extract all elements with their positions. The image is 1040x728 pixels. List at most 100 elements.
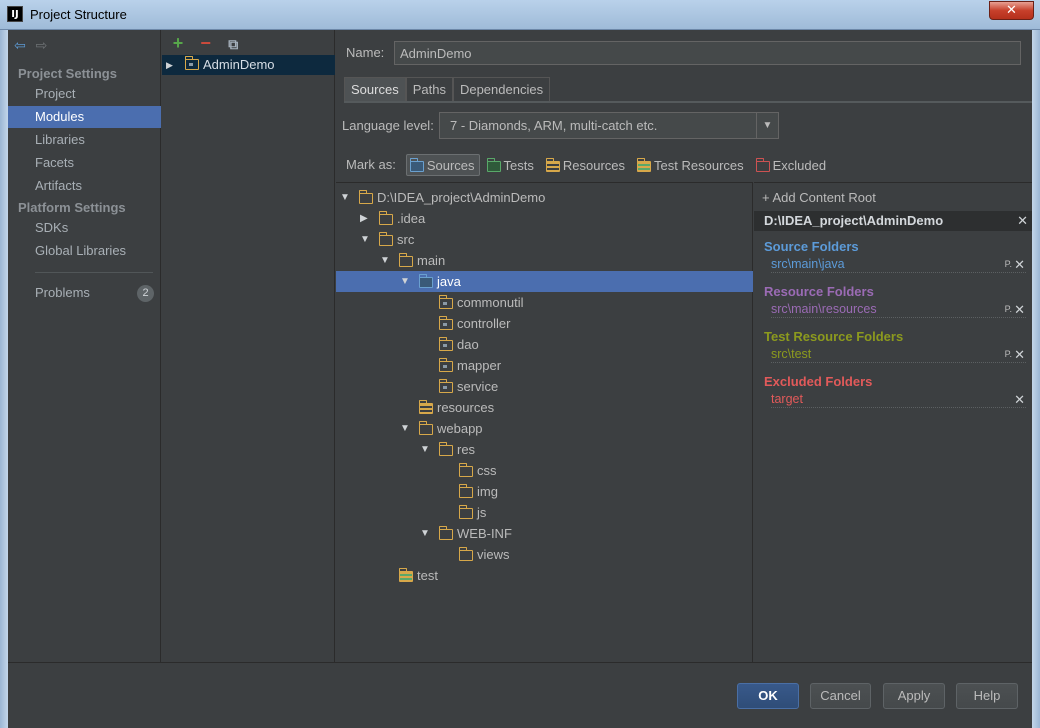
tree-row[interactable]: ▼ java [336,271,753,292]
collapse-triangle-icon[interactable]: ▼ [360,229,370,250]
forward-arrow-icon[interactable]: ⇨ [36,37,54,54]
tree-row[interactable]: test [336,565,753,586]
tree-row[interactable]: ▶ .idea [336,208,753,229]
remove-module-icon[interactable]: − [194,34,218,52]
remove-folder-icon[interactable]: ✕ [1014,391,1025,408]
apply-button[interactable]: Apply [883,683,945,709]
tree-row[interactable]: css [336,460,753,481]
tree-row[interactable]: img [336,481,753,502]
add-module-icon[interactable]: + [166,34,190,52]
help-button[interactable]: Help [956,683,1018,709]
tab-paths[interactable]: Paths [405,77,453,101]
tree-row[interactable]: ▼ main [336,250,753,271]
edit-properties-icon[interactable]: P. [1005,256,1012,273]
module-name-input[interactable] [394,41,1021,65]
add-content-root-link[interactable]: + Add Content Root [762,190,876,205]
test-resource-folders-title: Test Resource Folders [764,329,904,344]
remove-folder-icon[interactable]: ✕ [1014,256,1025,273]
module-folder-icon [185,56,199,70]
language-level-select[interactable]: 7 - Diamonds, ARM, multi-catch etc. ▼ [439,112,779,139]
remove-content-root-icon[interactable]: ✕ [1017,211,1028,231]
excluded-folders-title: Excluded Folders [764,374,873,389]
dropdown-arrow-icon[interactable]: ▼ [756,113,778,138]
tree-row[interactable]: resources [336,397,753,418]
folder-icon [419,400,433,414]
sidebar-item-global-libraries[interactable]: Global Libraries [8,240,161,262]
intellij-app-icon: IJ [7,6,23,22]
window-frame-right [1032,30,1040,728]
resource-folder-path: src\main\resources [771,302,877,316]
mark-tests-button[interactable]: Tests [483,154,539,176]
tree-row-label: dao [457,337,479,352]
problems-count-badge: 2 [137,285,154,302]
mark-sources-button[interactable]: Sources [405,154,480,176]
resources-folder-icon [545,158,560,172]
tab-dependencies[interactable]: Dependencies [452,77,551,101]
tree-row-label: java [437,274,461,289]
remove-folder-icon[interactable]: ✕ [1014,301,1025,318]
tab-sources[interactable]: Sources [344,77,406,101]
edit-properties-icon[interactable]: P. [1005,346,1012,363]
tree-row[interactable]: controller [336,313,753,334]
tree-row-label: test [417,568,438,583]
tree-row-label: mapper [457,358,502,373]
sidebar-item-sdks[interactable]: SDKs [8,217,161,239]
collapse-triangle-icon[interactable]: ▼ [400,271,410,292]
tree-row[interactable]: ▼ src [336,229,753,250]
tree-row[interactable]: js [336,502,753,523]
tree-row-label: css [477,463,497,478]
mark-test-resources-button[interactable]: Test Resources [633,154,749,176]
module-row-admindemo[interactable]: ▶ AdminDemo [162,55,335,75]
sidebar-item-project[interactable]: Project [8,83,161,105]
tree-row-label: views [477,547,510,562]
copy-module-icon[interactable]: ⧉ [221,35,245,53]
tree-row[interactable]: commonutil [336,292,753,313]
tabs-underline [344,101,1032,103]
folder-icon [379,232,393,246]
folder-icon [439,316,453,330]
folder-icon [419,421,433,435]
excluded-folder-path: target [771,392,803,406]
tree-row[interactable]: dao [336,334,753,355]
tree-row[interactable]: ▼ res [336,439,753,460]
sidebar-item-problems[interactable]: Problems 2 [8,282,161,304]
ok-button[interactable]: OK [737,683,799,709]
language-level-label: Language level: [342,118,434,133]
mark-resources-button[interactable]: Resources [542,154,630,176]
tree-row[interactable]: mapper [336,355,753,376]
section-project-settings: Project Settings [18,66,117,81]
sidebar-item-libraries[interactable]: Libraries [8,129,161,151]
tree-row[interactable]: service [336,376,753,397]
collapse-triangle-icon[interactable]: ▼ [400,418,410,439]
tree-row-label: img [477,484,498,499]
collapse-triangle-icon[interactable]: ▼ [420,439,430,460]
tree-row-label: resources [437,400,495,415]
mark-excluded-button[interactable]: Excluded [752,154,831,176]
cancel-button[interactable]: Cancel [810,683,871,709]
expand-triangle-icon[interactable]: ▶ [360,208,368,229]
tree-row[interactable]: views [336,544,753,565]
excluded-folder-icon [755,158,770,172]
window-close-button[interactable]: ✕ [989,1,1034,20]
test-resource-folder-path: src\test [771,347,812,361]
back-arrow-icon[interactable]: ⇦ [14,37,32,54]
sidebar-item-artifacts[interactable]: Artifacts [8,175,161,197]
sidebar-item-modules[interactable]: Modules [8,106,161,128]
nav-arrows: ⇦ ⇨ [14,37,54,53]
resource-folders-title: Resource Folders [764,284,874,299]
tree-row[interactable]: ▼ WEB-INF [336,523,753,544]
collapse-triangle-icon[interactable]: ▼ [380,250,390,271]
sidebar-item-facets[interactable]: Facets [8,152,161,174]
edit-properties-icon[interactable]: P. [1005,301,1012,318]
collapse-triangle-icon[interactable]: ▼ [340,187,350,208]
sources-folder-icon [409,158,424,172]
tree-row[interactable]: ▼ D:\IDEA_project\AdminDemo [336,187,753,208]
remove-folder-icon[interactable]: ✕ [1014,346,1025,363]
collapse-triangle-icon[interactable]: ▼ [420,523,430,544]
tree-row[interactable]: ▼ webapp [336,418,753,439]
tree-row-label: res [457,442,476,457]
tree-row-label: main [417,253,446,268]
expand-triangle-icon[interactable]: ▶ [166,55,173,75]
language-level-value: 7 - Diamonds, ARM, multi-catch etc. [450,118,658,133]
module-settings-panel: Name: Sources Paths Dependencies Languag… [336,30,1032,662]
